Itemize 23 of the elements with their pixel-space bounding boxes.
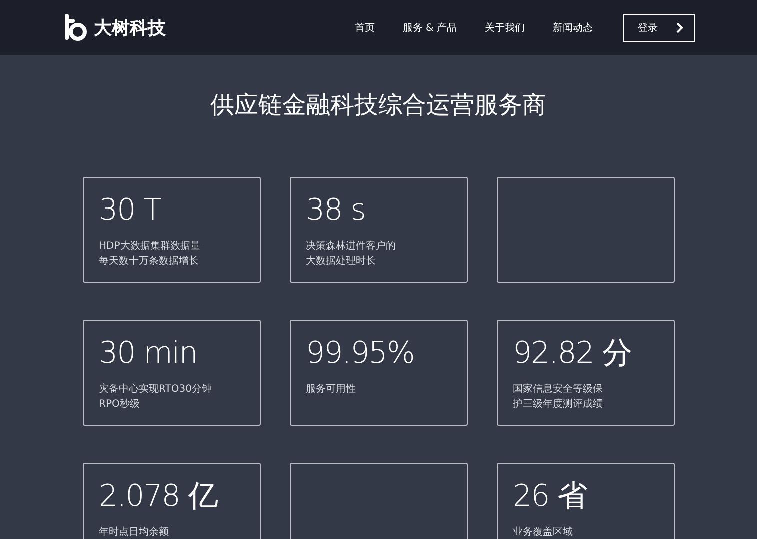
stat-value: 38 s — [306, 194, 366, 227]
nav-link[interactable]: 关于我们 — [485, 20, 525, 34]
nav-link[interactable]: 服务 & 产品 — [402, 20, 457, 34]
chevron-right-icon — [676, 22, 684, 34]
nav-link[interactable]: 首页 — [354, 20, 375, 34]
login-button[interactable]: 登录 — [623, 14, 695, 42]
stat-description: 决策森林进件客户的 大数据处理时长 — [306, 240, 397, 269]
stat-description: 服务可用性 — [306, 382, 357, 397]
logo-icon — [62, 14, 90, 42]
stat-description: 业务覆盖区域 — [513, 526, 574, 539]
stat-description: HDP大数据集群数据量 每天数十万条数据增长 — [99, 240, 202, 269]
logo-text: 大树科技 — [94, 16, 166, 40]
stat-value: 30 T — [99, 194, 162, 227]
stat-value: 92.82 分 — [513, 337, 632, 370]
stat-description: 灾备中心实现RTO30分钟 RPO秒级 — [99, 382, 213, 412]
stat-value: 26 省 — [513, 480, 588, 513]
stat-description: 国家信息安全等级保 护三级年度测评成绩 — [513, 382, 604, 412]
stat-value: 2.078 亿 — [99, 480, 219, 513]
stat-value: 99.95% — [306, 337, 416, 370]
stat-value: 30 min — [99, 337, 198, 370]
stat-description: 年时点日均余额 — [99, 526, 170, 539]
nav-link[interactable]: 新闻动态 — [553, 20, 593, 34]
page-title: 供应链金融科技综合运营服务商 — [210, 90, 548, 121]
